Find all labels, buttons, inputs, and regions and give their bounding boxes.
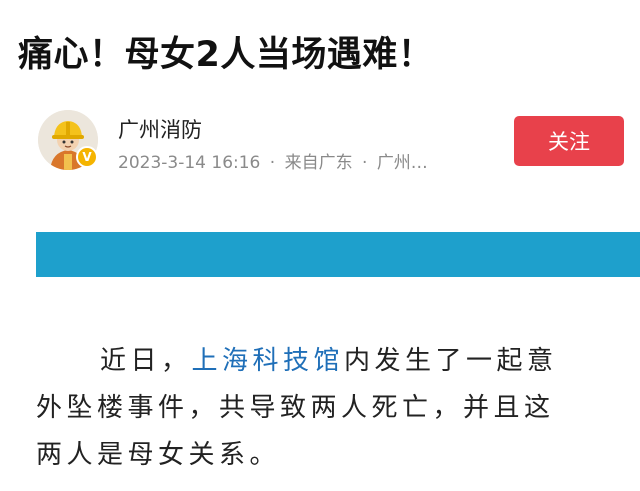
body-text-segment: 内发生了一起意: [344, 346, 558, 376]
author-name[interactable]: 广州消防: [118, 114, 202, 144]
meta-separator: ·: [269, 153, 276, 173]
body-line-3: 两人是母女关系。: [36, 440, 281, 470]
article-page: 痛心！母女2人当场遇难！ V 广州消防 2023-3-14 16:16 · 来自…: [0, 0, 640, 491]
follow-button[interactable]: 关注: [514, 116, 624, 166]
verified-badge-icon: V: [76, 146, 98, 168]
place-link[interactable]: 上海科技馆: [192, 346, 345, 376]
post-date: 2023-3-14 16:16: [118, 153, 261, 173]
article-title: 痛心！母女2人当场遇难！: [18, 35, 434, 75]
body-line-2: 外坠楼事件，共导致两人死亡，并且这: [36, 393, 555, 423]
banner-image: [36, 232, 640, 277]
author-row: V 广州消防 2023-3-14 16:16 · 来自广东 · 广州… 关注: [0, 100, 640, 180]
post-meta: 2023-3-14 16:16 · 来自广东 · 广州…: [118, 148, 428, 173]
post-source: 来自广东: [284, 153, 353, 173]
post-location: 广州…: [376, 153, 428, 173]
meta-separator: ·: [362, 153, 368, 173]
body-text-segment: 近日，: [100, 346, 192, 376]
article-body: 近日，上海科技馆内发生了一起意 外坠楼事件，共导致两人死亡，并且这 两人是母女关…: [36, 338, 634, 479]
body-line-1: 近日，上海科技馆内发生了一起意: [36, 338, 634, 385]
